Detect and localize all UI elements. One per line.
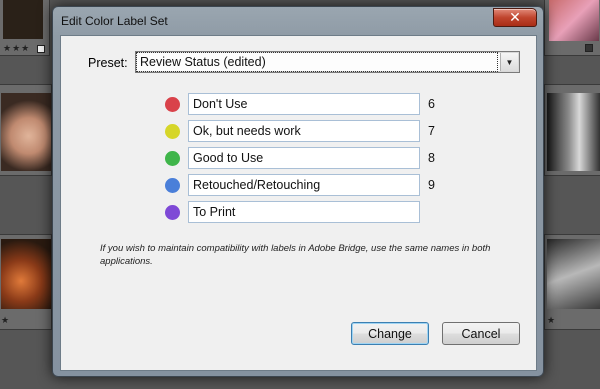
label-swatch (37, 45, 45, 53)
rating-stars: ★★★ (3, 43, 31, 53)
dialog-title: Edit Color Label Set (61, 14, 168, 28)
thumbnail (1, 239, 51, 309)
blue-label-field[interactable] (188, 174, 420, 196)
red-label-dot-icon (165, 97, 180, 112)
preset-selected-value: Review Status (edited) (136, 52, 498, 72)
change-button[interactable]: Change (351, 322, 429, 345)
grid-cell[interactable] (0, 84, 52, 176)
edit-color-label-set-dialog: Edit Color Label Set ✕ Preset: Review St… (52, 6, 544, 377)
rating-stars: ★ (547, 315, 557, 325)
close-icon: ✕ (509, 9, 521, 25)
red-label-field[interactable] (188, 93, 420, 115)
shortcut-key: 8 (428, 151, 435, 165)
rating-stars: ★ (1, 315, 11, 325)
yellow-label-dot-icon (165, 124, 180, 139)
chevron-down-icon: ▼ (505, 57, 514, 67)
thumbnail (549, 0, 599, 41)
grid-cell[interactable]: ★ (0, 234, 52, 330)
grid-cell[interactable] (544, 84, 600, 176)
thumbnail (3, 0, 43, 39)
cancel-button[interactable]: Cancel (442, 322, 520, 345)
shortcut-key: 9 (428, 178, 435, 192)
thumbnail (1, 93, 51, 171)
thumbnail (547, 239, 600, 309)
close-button[interactable]: ✕ (493, 8, 537, 27)
shortcut-key: 7 (428, 124, 435, 138)
thumbnail (547, 93, 600, 171)
purple-label-field[interactable] (188, 201, 420, 223)
dialog-content: Preset: Review Status (edited) ▼ 6 7 8 9 (60, 35, 537, 371)
grid-cell[interactable]: ★ (544, 234, 600, 330)
grid-cell[interactable]: ★★★ (0, 0, 50, 56)
grid-cell[interactable] (544, 0, 600, 56)
shortcut-key: 6 (428, 97, 435, 111)
green-label-dot-icon (165, 151, 180, 166)
green-label-field[interactable] (188, 147, 420, 169)
label-swatch (585, 44, 593, 52)
preset-label: Preset: (88, 56, 128, 70)
purple-label-dot-icon (165, 205, 180, 220)
blue-label-dot-icon (165, 178, 180, 193)
yellow-label-field[interactable] (188, 120, 420, 142)
dropdown-arrow-button[interactable]: ▼ (500, 53, 518, 71)
compatibility-note: If you wish to maintain compatibility wi… (100, 243, 491, 267)
title-bar[interactable]: Edit Color Label Set ✕ (53, 7, 543, 35)
preset-dropdown[interactable]: Review Status (edited) ▼ (135, 51, 520, 73)
